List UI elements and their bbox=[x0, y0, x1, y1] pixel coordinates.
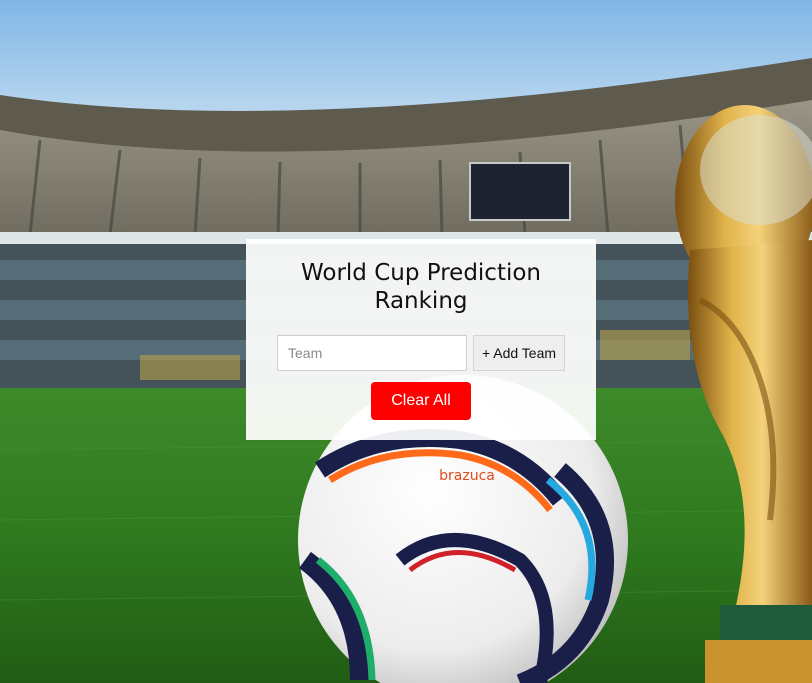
add-team-button[interactable]: + Add Team bbox=[473, 335, 565, 371]
clear-all-button[interactable]: Clear All bbox=[371, 382, 471, 420]
svg-text:brazuca: brazuca bbox=[439, 468, 495, 484]
team-input[interactable] bbox=[277, 335, 467, 371]
add-team-row: + Add Team bbox=[277, 335, 565, 371]
page-title: World Cup Prediction Ranking bbox=[300, 260, 542, 314]
prediction-card: World Cup Prediction Ranking + Add Team … bbox=[246, 239, 596, 440]
